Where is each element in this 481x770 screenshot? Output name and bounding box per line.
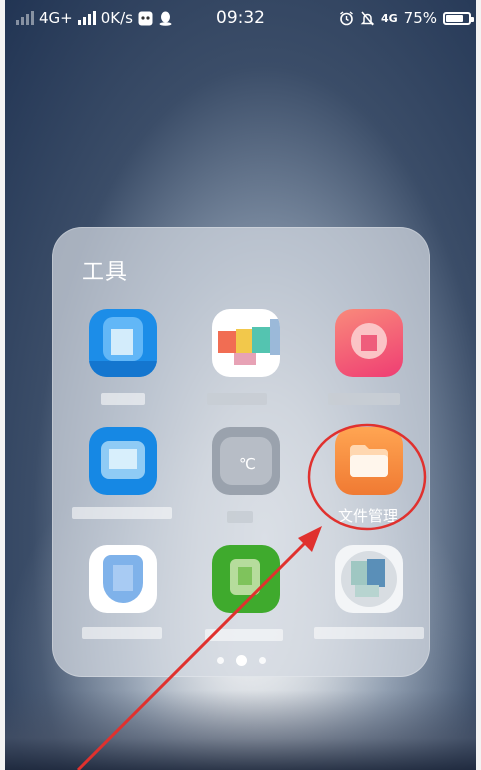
network-type-right: 4G [380, 11, 398, 25]
battery-percent: 75% [403, 9, 437, 27]
screen-edge-left [0, 0, 5, 770]
app-label-obscured [72, 507, 172, 519]
app-label-obscured [82, 627, 162, 639]
app-white-icon [335, 545, 403, 613]
page-indicator [52, 655, 430, 666]
file-manager-icon [335, 427, 403, 495]
folder-title[interactable]: 工具 [82, 254, 128, 286]
status-right: 4G 75% [339, 9, 474, 27]
app-3[interactable] [308, 309, 418, 409]
app-label-obscured [207, 393, 267, 405]
app-label: 文件管理 [337, 507, 398, 525]
app-8[interactable] [185, 545, 295, 645]
app-9[interactable] [308, 545, 424, 645]
alarm-icon [339, 10, 354, 26]
app-label-obscured [227, 511, 253, 523]
app-colorful-icon [212, 309, 280, 377]
page-dot-3[interactable] [258, 657, 266, 664]
app-4[interactable] [62, 427, 172, 527]
app-green-icon [212, 545, 280, 613]
app-2[interactable] [185, 309, 295, 409]
page-dot-1[interactable] [216, 657, 224, 664]
app-blue-icon [89, 309, 157, 377]
page-dot-2[interactable] [235, 655, 247, 666]
weather-icon: ℃ [212, 427, 280, 495]
app-blue2-icon [89, 427, 157, 495]
battery-icon [443, 11, 474, 25]
screen-edge-right [476, 0, 481, 770]
app-pink-icon [335, 309, 403, 377]
app-folder: 工具 ℃ 文件管理 [52, 227, 430, 677]
app-label-obscured [101, 393, 145, 405]
mute-icon [360, 11, 375, 26]
app-label-obscured [205, 629, 283, 641]
app-7[interactable] [62, 545, 172, 645]
app-label-obscured [314, 627, 424, 639]
weather-temp-unit: ℃ [239, 455, 256, 473]
app-shield-icon [89, 545, 157, 613]
app-weather[interactable]: ℃ [185, 427, 295, 527]
app-label-obscured [328, 393, 400, 405]
app-file-manager[interactable]: 文件管理 [308, 427, 418, 527]
status-bar: 4G+ 0K/s 09:32 4G 75% [0, 0, 481, 36]
wallpaper-bottom [0, 690, 481, 770]
app-1[interactable] [62, 309, 172, 409]
